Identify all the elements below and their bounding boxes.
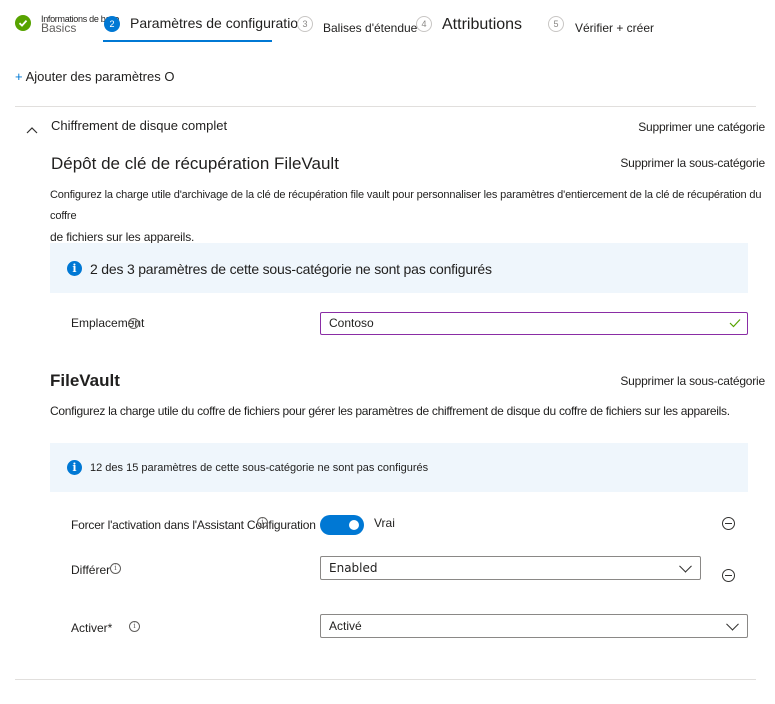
active-step-indicator	[103, 40, 272, 42]
add-settings-link[interactable]: + Ajouter des paramètres O	[15, 69, 174, 84]
setting-label-defer: Différer	[71, 563, 111, 577]
emplacement-value: Contoso	[329, 316, 374, 330]
step-1-overlap-label: Basics	[41, 21, 77, 35]
setting-label-force-enable: Forcer l'activation dans l'Assistant Con…	[71, 518, 316, 532]
force-enable-toggle[interactable]	[320, 515, 364, 535]
step-5-number[interactable]: 5	[548, 16, 564, 32]
info-tooltip-icon[interactable]: i	[129, 621, 140, 632]
info-tooltip-icon[interactable]: i	[128, 318, 139, 329]
step-4-label[interactable]: Attributions	[442, 16, 522, 34]
info-tooltip-icon[interactable]: i	[257, 517, 268, 528]
info-banner: i 2 des 3 paramètres de cette sous-catég…	[50, 243, 748, 293]
info-tooltip-icon[interactable]: i	[110, 563, 121, 574]
step-4-number[interactable]: 4	[416, 16, 432, 32]
info-icon: i	[67, 460, 82, 475]
remove-category-link[interactable]: Supprimer une catégorie	[638, 120, 765, 134]
chevron-down-icon	[679, 559, 692, 573]
step-3-number[interactable]: 3	[297, 16, 313, 32]
chevron-up-icon[interactable]	[26, 121, 38, 134]
category-title[interactable]: Chiffrement de disque complet	[51, 118, 227, 133]
enable-value: Activé	[329, 619, 362, 633]
remove-setting-icon[interactable]	[722, 569, 735, 582]
chevron-down-icon	[726, 617, 739, 631]
step-2-label[interactable]: Paramètres de configuration	[130, 15, 306, 31]
info-banner-text: 12 des 15 paramètres de cette sous-catég…	[90, 462, 429, 474]
info-banner: i 12 des 15 paramètres de cette sous-cat…	[50, 443, 748, 492]
emplacement-input[interactable]: Contoso	[320, 312, 748, 335]
subcategory-title: FileVault	[50, 371, 120, 390]
subcategory-title: Dépôt de clé de récupération FileVault	[51, 154, 339, 173]
subcategory-description: Configurez la charge utile du coffre de …	[50, 404, 730, 418]
info-icon: i	[67, 261, 82, 276]
setting-label-enable: Activer*	[71, 621, 113, 635]
add-settings-label: Ajouter des paramètres O	[25, 69, 175, 84]
info-banner-text: 2 des 3 paramètres de cette sous-catégor…	[90, 261, 492, 277]
subcategory-description: Configurez la charge utile d'archivage d…	[50, 185, 775, 248]
defer-value: Enabled	[329, 561, 378, 575]
enable-dropdown[interactable]: Activé	[320, 614, 748, 638]
defer-dropdown[interactable]: Enabled	[320, 556, 701, 580]
description-line-1: Configurez la charge utile d'archivage d…	[50, 189, 762, 222]
toggle-state-label: Vrai	[374, 516, 395, 530]
toggle-knob	[349, 520, 359, 530]
remove-subcategory-link[interactable]: Supprimer la sous-catégorie	[620, 374, 765, 388]
step-5-label[interactable]: Vérifier + créer	[575, 21, 654, 35]
plus-icon: +	[15, 69, 23, 84]
remove-subcategory-link[interactable]: Supprimer la sous-catégorie	[620, 156, 765, 170]
section-divider-top	[15, 106, 756, 107]
step-1-completed-icon[interactable]	[15, 15, 31, 31]
step-2-number[interactable]: 2	[104, 16, 120, 32]
step-3-label[interactable]: Balises d'étendue	[323, 21, 417, 35]
section-divider-bottom	[15, 679, 756, 680]
checkmark-icon	[729, 319, 741, 328]
remove-setting-icon[interactable]	[722, 517, 735, 530]
